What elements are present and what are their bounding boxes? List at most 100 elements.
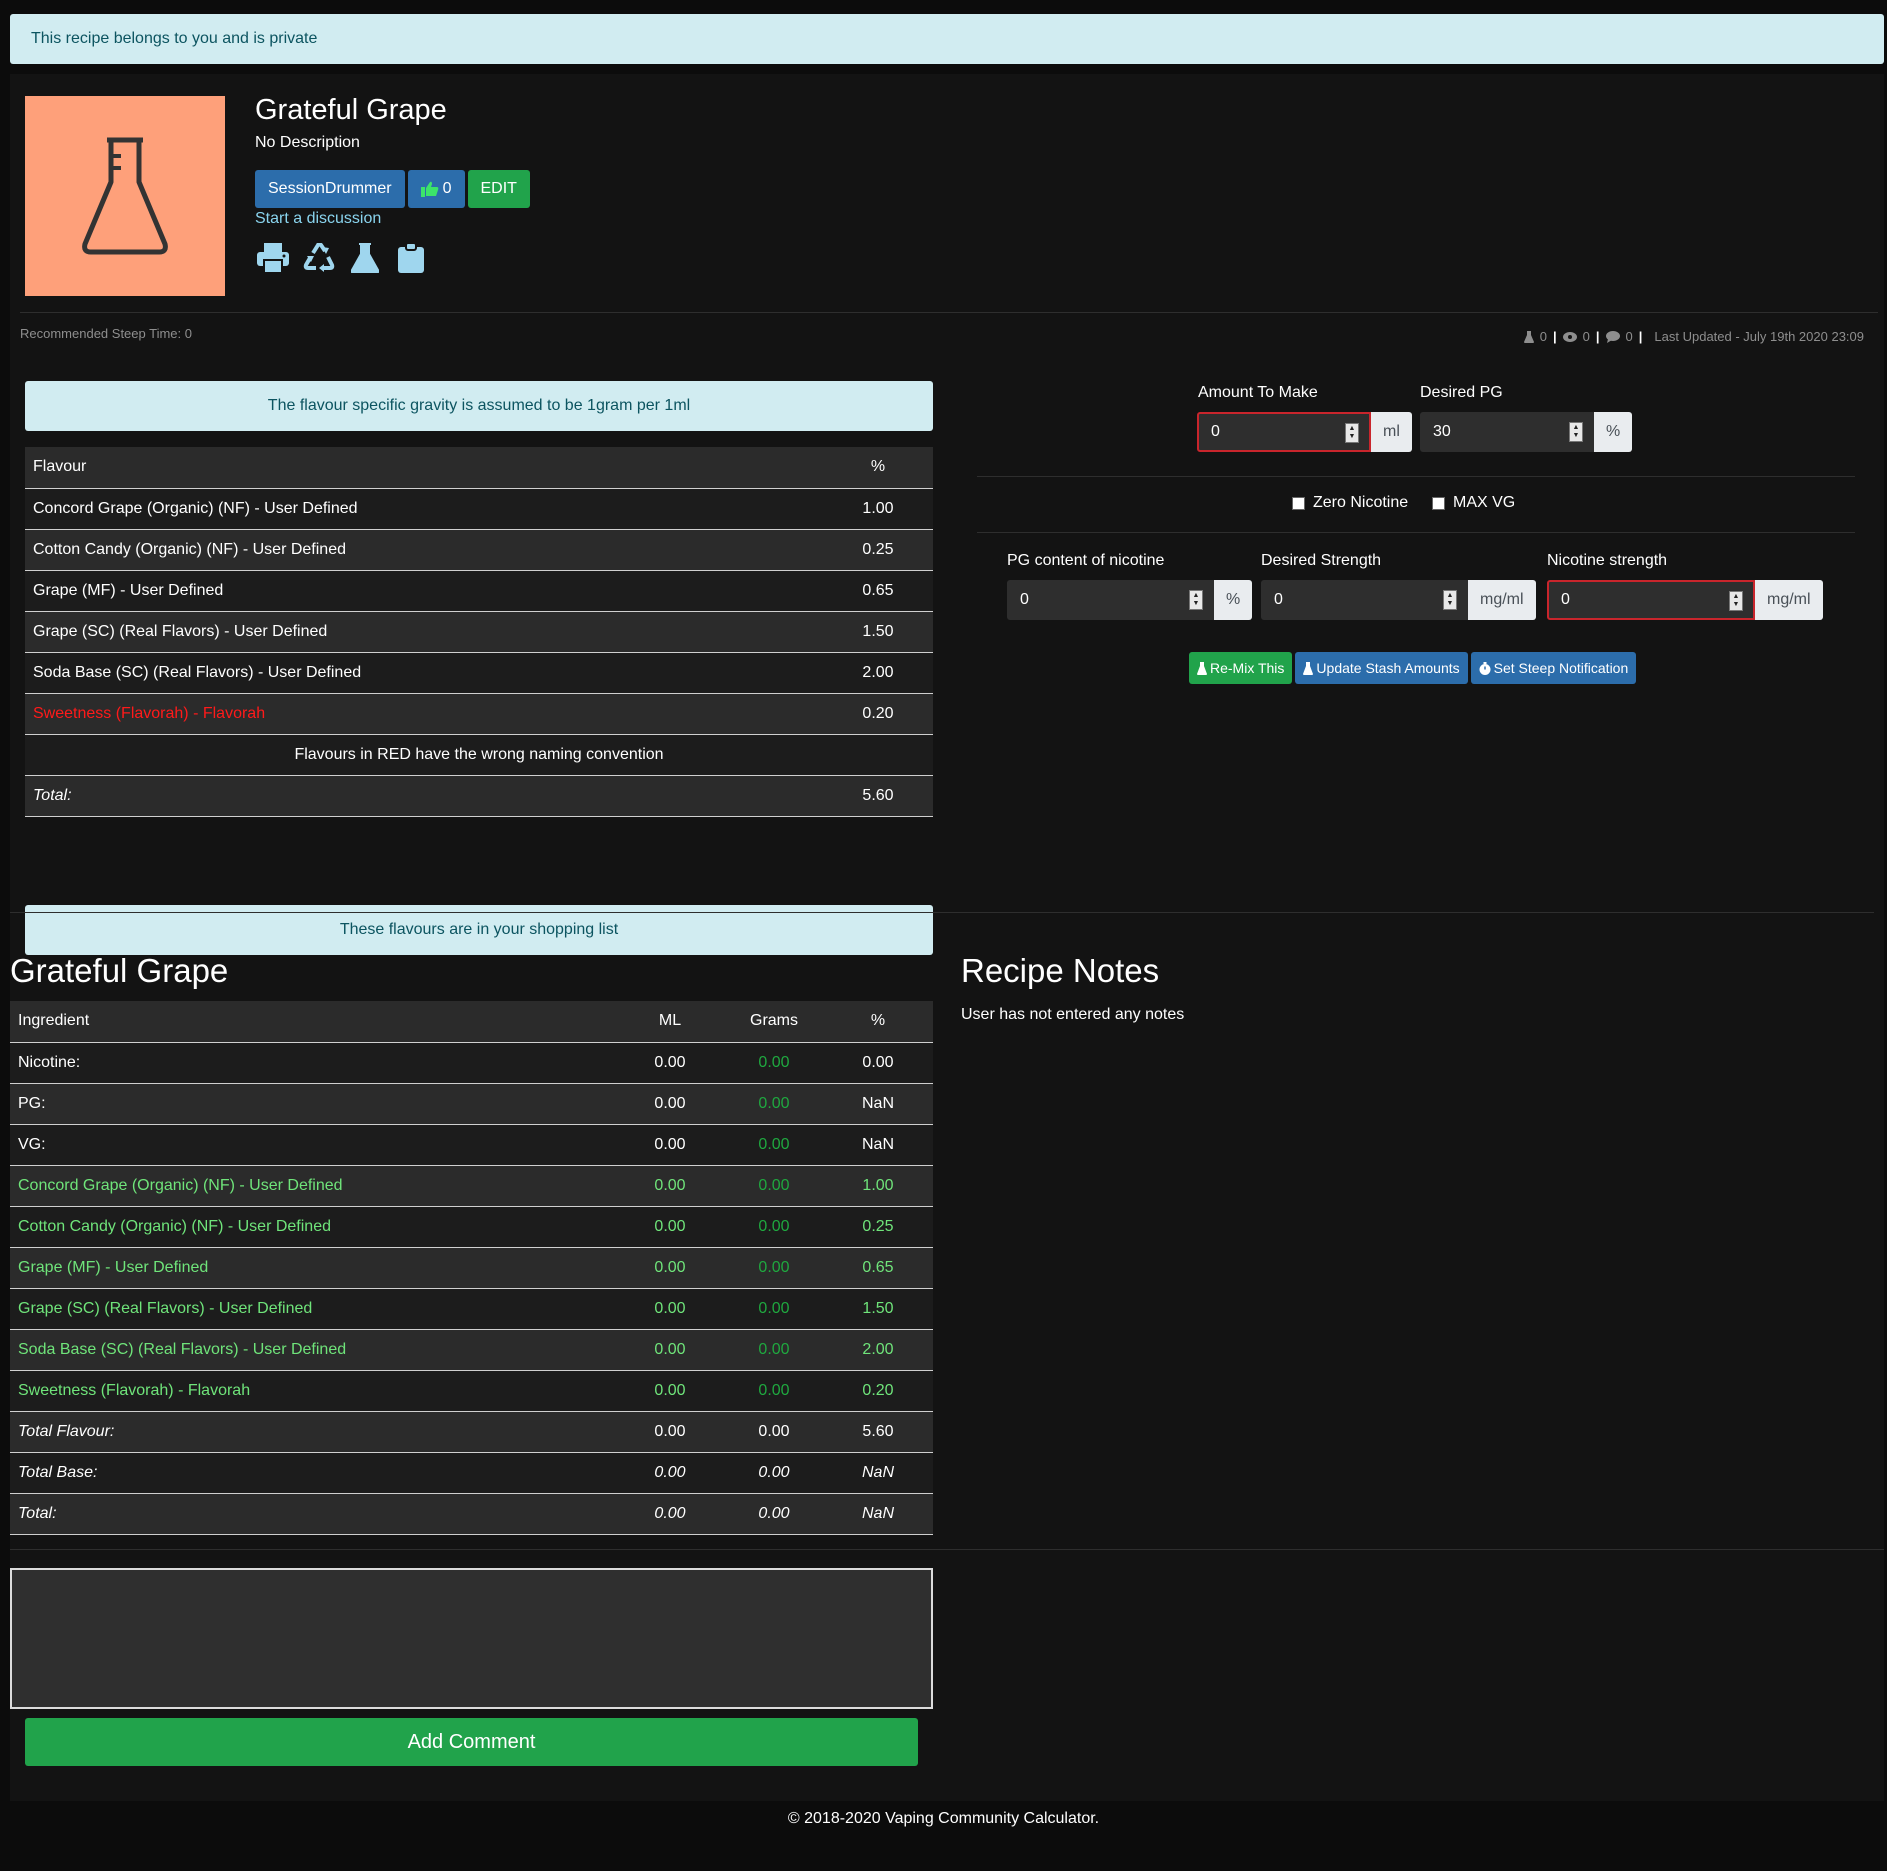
max-vg-checkbox[interactable]: MAX VG	[1432, 494, 1515, 512]
pg-input[interactable]: 30 ▲ ▼	[1420, 412, 1594, 452]
grams-value: 0.00	[725, 1042, 823, 1084]
stopwatch-icon	[1479, 661, 1491, 675]
edit-button[interactable]: EDIT	[467, 170, 530, 208]
total-base-row: Total Base: 0.00 0.00 NaN	[10, 1452, 933, 1494]
ingredient-name: Soda Base (SC) (Real Flavors) - User Def…	[10, 1329, 615, 1371]
checkbox-icon[interactable]	[1292, 496, 1305, 510]
table-row: Grape (SC) (Real Flavors) - User Defined…	[10, 1288, 933, 1330]
desired-strength-input[interactable]: 0 ▲ ▼	[1261, 580, 1468, 620]
last-updated: Last Updated - July 19th 2020 23:09	[1654, 329, 1864, 344]
nicotine-strength-input[interactable]: 0 ▲ ▼	[1547, 580, 1755, 620]
separator: |	[1553, 329, 1557, 344]
grams-column-header: Grams	[725, 1001, 823, 1043]
desired-strength-group: 0 ▲ ▼ mg/ml	[1261, 580, 1536, 620]
update-stash-button[interactable]: Update Stash Amounts	[1295, 652, 1468, 684]
stepper-icon[interactable]: ▲ ▼	[1345, 423, 1359, 443]
recipe-actions: SessionDrummer 0 EDIT	[255, 170, 530, 208]
total-row: Total: 5.60	[25, 775, 933, 817]
desired-strength-unit: mg/ml	[1468, 580, 1536, 620]
steep-time: Recommended Steep Time: 0	[20, 326, 192, 341]
comment-icon	[1605, 330, 1620, 343]
amount-label: Amount To Make	[1198, 384, 1318, 401]
grams-value: 0.00	[725, 1247, 823, 1289]
flavour-percent: 2.00	[823, 652, 933, 694]
table-row: Concord Grape (Organic) (NF) - User Defi…	[10, 1165, 933, 1207]
flavour-percent: 0.25	[823, 529, 933, 571]
gravity-notice: The flavour specific gravity is assumed …	[25, 381, 933, 431]
stepper-icon[interactable]: ▲ ▼	[1443, 590, 1457, 610]
ingredient-name: PG:	[10, 1083, 615, 1125]
ml-value: 0.00	[615, 1247, 725, 1289]
checkbox-icon[interactable]	[1432, 496, 1445, 510]
update-stash-label: Update Stash Amounts	[1316, 660, 1460, 676]
table-row: Sweetness (Flavorah) - Flavorah 0.20	[25, 693, 933, 735]
pg-nicotine-label: PG content of nicotine	[1007, 552, 1165, 569]
flavour-column-header: Flavour	[25, 447, 823, 489]
percent-column-header: %	[823, 1001, 933, 1043]
eye-icon	[1562, 331, 1577, 342]
privacy-notice: This recipe belongs to you and is privat…	[10, 14, 1884, 64]
naming-note-row: Flavours in RED have the wrong naming co…	[25, 734, 933, 776]
steep-notification-button[interactable]: Set Steep Notification	[1470, 652, 1637, 684]
recipe-description: No Description	[255, 134, 360, 151]
ingredient-name: Cotton Candy (Organic) (NF) - User Defin…	[10, 1206, 615, 1248]
ingredient-name: Nicotine:	[10, 1042, 615, 1084]
add-comment-button[interactable]: Add Comment	[25, 1718, 918, 1766]
pg-nicotine-value: 0	[1020, 591, 1029, 608]
start-discussion-link[interactable]: Start a discussion	[255, 210, 381, 228]
flavour-percent: 1.00	[823, 488, 933, 530]
ingredient-table-title: Grateful Grape	[10, 952, 229, 989]
stepper-icon[interactable]: ▲ ▼	[1569, 422, 1583, 442]
footer: © 2018-2020 Vaping Community Calculator.	[0, 1801, 1887, 1871]
pg-unit: %	[1594, 412, 1633, 452]
total-label: Total:	[25, 775, 823, 817]
grams-value: 0.00	[725, 1329, 823, 1371]
flavour-name: Cotton Candy (Organic) (NF) - User Defin…	[25, 529, 823, 571]
flask-icon	[1197, 661, 1207, 675]
table-row: Grape (SC) (Real Flavors) - User Defined…	[25, 611, 933, 653]
divider	[977, 532, 1855, 533]
amount-input[interactable]: 0 ▲ ▼	[1197, 412, 1371, 452]
percent-value: NaN	[823, 1452, 933, 1494]
amount-group: 0 ▲ ▼ ml	[1197, 412, 1412, 452]
ingredient-name: Concord Grape (Organic) (NF) - User Defi…	[10, 1165, 615, 1207]
ingredient-column-header: Ingredient	[10, 1001, 615, 1043]
flavour-name: Grape (MF) - User Defined	[25, 570, 823, 612]
stepper-icon[interactable]: ▲ ▼	[1189, 590, 1203, 610]
grams-value: 0.00	[725, 1288, 823, 1330]
flavour-name: Concord Grape (Organic) (NF) - User Defi…	[25, 488, 823, 530]
print-icon[interactable]	[255, 240, 291, 276]
pg-value: 30	[1433, 423, 1451, 440]
grams-value: 0.00	[725, 1493, 823, 1535]
total-base-label: Total Base:	[10, 1452, 615, 1494]
flavour-percent: 1.50	[823, 611, 933, 653]
like-button[interactable]: 0	[407, 170, 465, 208]
grams-value: 0.00	[725, 1411, 823, 1453]
recipe-thumbnail	[25, 96, 225, 296]
mix-count: 0	[1539, 329, 1548, 344]
recipe-notes-text: User has not entered any notes	[961, 1006, 1185, 1023]
flask-icon[interactable]	[347, 240, 383, 276]
remix-button[interactable]: Re-Mix This	[1189, 652, 1293, 684]
author-button[interactable]: SessionDrummer	[255, 170, 405, 208]
divider	[10, 912, 1874, 913]
pg-label: Desired PG	[1420, 384, 1503, 401]
table-header: Ingredient ML Grams %	[10, 1001, 933, 1043]
grams-value: 0.00	[725, 1206, 823, 1248]
ml-value: 0.00	[615, 1370, 725, 1412]
zero-nicotine-checkbox[interactable]: Zero Nicotine	[1292, 494, 1408, 512]
recycle-icon[interactable]	[301, 240, 337, 276]
nicotine-strength-label: Nicotine strength	[1547, 552, 1668, 569]
separator: |	[1638, 329, 1643, 344]
recipe-title: Grateful Grape	[255, 94, 447, 126]
ingredient-name: Grape (MF) - User Defined	[10, 1247, 615, 1289]
clipboard-icon[interactable]	[393, 240, 429, 276]
flask-icon	[1523, 330, 1534, 343]
comment-input[interactable]	[10, 1568, 933, 1709]
stepper-icon[interactable]: ▲ ▼	[1729, 591, 1743, 611]
max-vg-label: MAX VG	[1453, 494, 1516, 511]
pg-nicotine-input[interactable]: 0 ▲ ▼	[1007, 580, 1214, 620]
nicotine-strength-unit: mg/ml	[1755, 580, 1823, 620]
grams-value: 0.00	[725, 1124, 823, 1166]
table-row: Grape (MF) - User Defined 0.00 0.00 0.65	[10, 1247, 933, 1289]
